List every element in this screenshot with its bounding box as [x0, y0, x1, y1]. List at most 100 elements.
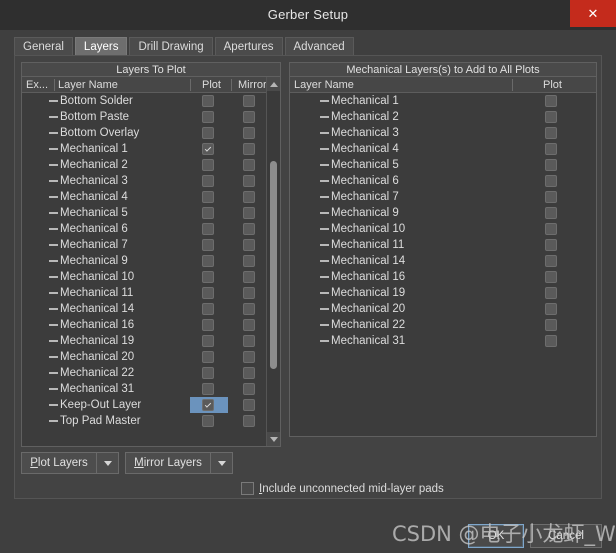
- table-row[interactable]: Mechanical 10: [290, 221, 596, 237]
- layers-to-plot-list[interactable]: Bottom Solder Bottom Paste Bottom Overlay M…: [22, 93, 280, 446]
- close-icon[interactable]: ✕: [570, 0, 616, 27]
- plot-checkbox[interactable]: [545, 175, 557, 187]
- mirror-checkbox[interactable]: [243, 399, 255, 411]
- mirror-checkbox[interactable]: [243, 271, 255, 283]
- plot-checkbox[interactable]: [545, 287, 557, 299]
- plot-checkbox[interactable]: [545, 143, 557, 155]
- table-row[interactable]: Keep-Out Layer: [22, 397, 280, 413]
- table-row[interactable]: Mechanical 4: [22, 189, 280, 205]
- plot-checkbox[interactable]: [202, 207, 214, 219]
- plot-checkbox[interactable]: [202, 287, 214, 299]
- table-row[interactable]: Mechanical 31: [22, 381, 280, 397]
- mirror-checkbox[interactable]: [243, 303, 255, 315]
- table-row[interactable]: Mechanical 6: [22, 221, 280, 237]
- table-row[interactable]: Mechanical 1: [290, 93, 596, 109]
- table-row[interactable]: Mechanical 16: [290, 269, 596, 285]
- plot-checkbox[interactable]: [545, 191, 557, 203]
- table-row[interactable]: Mechanical 11: [22, 285, 280, 301]
- table-row[interactable]: Mechanical 5: [22, 205, 280, 221]
- table-row[interactable]: Mechanical 2: [22, 157, 280, 173]
- tab-advanced[interactable]: Advanced: [284, 37, 354, 55]
- plot-checkbox[interactable]: [545, 111, 557, 123]
- table-row[interactable]: Mechanical 10: [22, 269, 280, 285]
- plot-checkbox[interactable]: [545, 95, 557, 107]
- mirror-checkbox[interactable]: [243, 351, 255, 363]
- table-row[interactable]: Mechanical 19: [22, 333, 280, 349]
- table-row[interactable]: Bottom Overlay: [22, 125, 280, 141]
- mirror-checkbox[interactable]: [243, 239, 255, 251]
- table-row[interactable]: Mechanical 3: [290, 125, 596, 141]
- plot-checkbox[interactable]: [202, 223, 214, 235]
- plot-checkbox[interactable]: [202, 95, 214, 107]
- mirror-layers-dropdown[interactable]: Mirror Layers: [125, 452, 233, 474]
- left-vertical-scrollbar[interactable]: [266, 77, 280, 446]
- mirror-checkbox[interactable]: [243, 95, 255, 107]
- table-row[interactable]: Mechanical 11: [290, 237, 596, 253]
- plot-checkbox[interactable]: [202, 399, 214, 411]
- table-row[interactable]: Mechanical 20: [22, 349, 280, 365]
- mirror-checkbox[interactable]: [243, 191, 255, 203]
- table-row[interactable]: Mechanical 31: [290, 333, 596, 349]
- ok-button[interactable]: OK: [468, 524, 524, 548]
- tab-general[interactable]: General: [14, 37, 73, 55]
- mirror-checkbox[interactable]: [243, 159, 255, 171]
- mirror-checkbox[interactable]: [243, 319, 255, 331]
- mirror-checkbox[interactable]: [243, 287, 255, 299]
- mirror-checkbox[interactable]: [243, 255, 255, 267]
- tab-drill-drawing[interactable]: Drill Drawing: [129, 37, 213, 55]
- plot-layers-dropdown[interactable]: Plot Layers: [21, 452, 119, 474]
- table-row[interactable]: Mechanical 22: [290, 317, 596, 333]
- plot-checkbox[interactable]: [202, 159, 214, 171]
- mirror-checkbox[interactable]: [243, 367, 255, 379]
- plot-checkbox[interactable]: [545, 223, 557, 235]
- table-row[interactable]: Bottom Solder: [22, 93, 280, 109]
- scroll-down-icon[interactable]: [267, 432, 280, 446]
- table-row[interactable]: Mechanical 20: [290, 301, 596, 317]
- plot-checkbox[interactable]: [545, 159, 557, 171]
- mirror-checkbox[interactable]: [243, 127, 255, 139]
- mirror-checkbox[interactable]: [243, 383, 255, 395]
- include-unconnected-pads-checkbox[interactable]: [241, 482, 254, 495]
- plot-checkbox[interactable]: [202, 271, 214, 283]
- plot-checkbox[interactable]: [545, 255, 557, 267]
- plot-checkbox[interactable]: [202, 335, 214, 347]
- chevron-down-icon[interactable]: [210, 453, 232, 473]
- plot-checkbox[interactable]: [202, 367, 214, 379]
- table-row[interactable]: Mechanical 2: [290, 109, 596, 125]
- mirror-checkbox[interactable]: [243, 175, 255, 187]
- plot-checkbox[interactable]: [202, 319, 214, 331]
- plot-checkbox[interactable]: [202, 303, 214, 315]
- table-row[interactable]: Mechanical 3: [22, 173, 280, 189]
- table-row[interactable]: Mechanical 19: [290, 285, 596, 301]
- table-row[interactable]: Bottom Paste: [22, 109, 280, 125]
- plot-checkbox[interactable]: [545, 335, 557, 347]
- table-row[interactable]: Mechanical 16: [22, 317, 280, 333]
- table-row[interactable]: Top Pad Master: [22, 413, 280, 429]
- plot-checkbox[interactable]: [202, 383, 214, 395]
- table-row[interactable]: Mechanical 1: [22, 141, 280, 157]
- plot-checkbox[interactable]: [202, 175, 214, 187]
- plot-checkbox[interactable]: [202, 127, 214, 139]
- mirror-checkbox[interactable]: [243, 223, 255, 235]
- plot-checkbox[interactable]: [202, 191, 214, 203]
- mirror-checkbox[interactable]: [243, 111, 255, 123]
- plot-checkbox[interactable]: [202, 239, 214, 251]
- table-row[interactable]: Mechanical 9: [22, 253, 280, 269]
- table-row[interactable]: Mechanical 5: [290, 157, 596, 173]
- plot-checkbox[interactable]: [202, 255, 214, 267]
- table-row[interactable]: Mechanical 14: [22, 301, 280, 317]
- plot-checkbox[interactable]: [202, 351, 214, 363]
- table-row[interactable]: Mechanical 22: [22, 365, 280, 381]
- scrollbar-thumb[interactable]: [270, 161, 277, 369]
- table-row[interactable]: Mechanical 9: [290, 205, 596, 221]
- plot-checkbox[interactable]: [202, 415, 214, 427]
- mirror-checkbox[interactable]: [243, 207, 255, 219]
- plot-checkbox[interactable]: [202, 111, 214, 123]
- table-row[interactable]: Mechanical 4: [290, 141, 596, 157]
- table-row[interactable]: Mechanical 6: [290, 173, 596, 189]
- tab-layers[interactable]: Layers: [74, 37, 128, 55]
- chevron-down-icon[interactable]: [96, 453, 118, 473]
- scroll-up-icon[interactable]: [267, 77, 280, 91]
- plot-checkbox[interactable]: [545, 303, 557, 315]
- mirror-checkbox[interactable]: [243, 335, 255, 347]
